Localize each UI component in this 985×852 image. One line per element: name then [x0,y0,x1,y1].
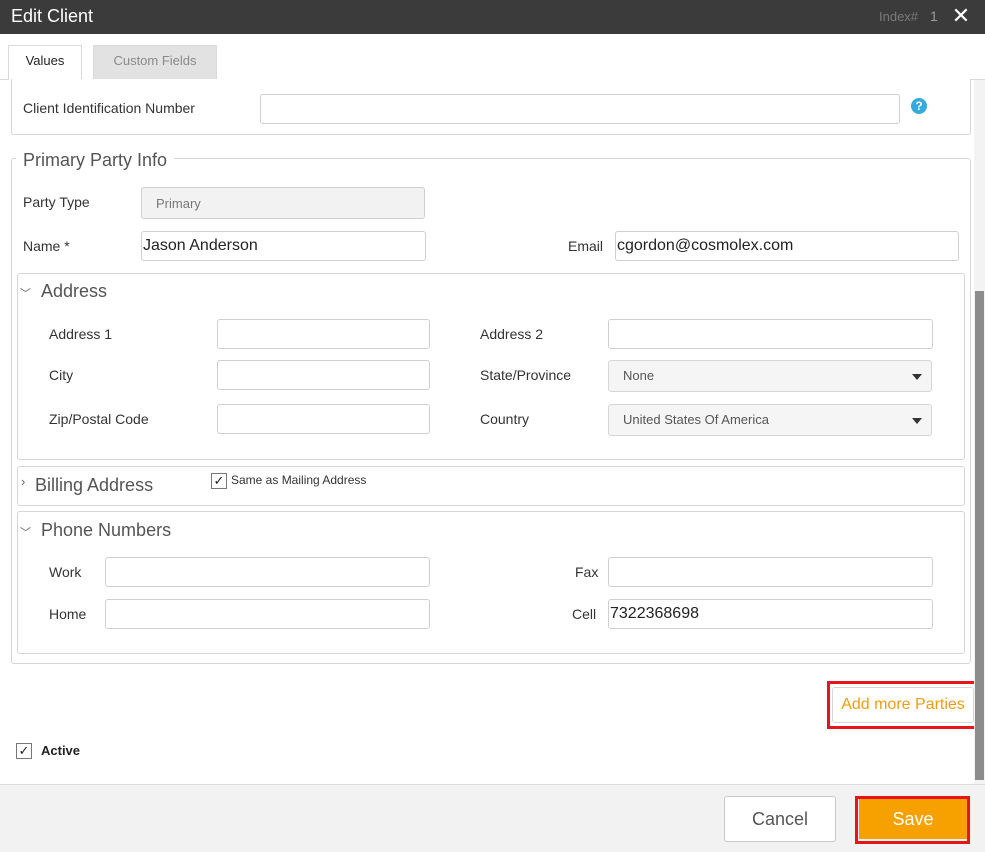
state-label: State/Province [480,367,572,383]
address1-input[interactable] [217,319,430,349]
email-label: Email [568,238,604,254]
client-id-input[interactable] [260,94,900,124]
add-more-parties-button[interactable]: Add more Parties [832,687,974,723]
fax-input[interactable] [608,557,933,587]
billing-address-section [17,466,965,506]
chevron-down-icon[interactable]: ﹀ [20,524,31,540]
save-button[interactable]: Save [859,799,967,839]
name-label: Name * [23,238,70,254]
tab-custom-fields[interactable]: Custom Fields [93,45,217,80]
address2-label: Address 2 [480,326,544,342]
state-select[interactable]: None [608,360,932,392]
close-icon[interactable]: ✕ [951,5,971,27]
dialog-title: Edit Client [11,6,94,26]
dialog-titlebar: Edit Client Index# 1 ✕ [0,0,985,34]
address-title[interactable]: Address [41,281,107,302]
index-label: Index# [879,9,919,24]
same-as-mailing-label: Same as Mailing Address [231,473,367,487]
zip-input[interactable] [217,404,430,434]
tabs-bar: Values Custom Fields [0,34,985,81]
country-select-value: United States Of America [623,412,769,427]
name-input[interactable]: Jason Anderson [141,231,426,261]
fax-label: Fax [575,564,599,580]
cell-label: Cell [572,606,597,622]
caret-down-icon [912,418,922,424]
address1-label: Address 1 [49,326,113,342]
zip-label: Zip/Postal Code [49,411,149,427]
country-select[interactable]: United States Of America [608,404,932,436]
same-as-mailing-checkbox[interactable]: ✓ [211,473,227,489]
address2-input[interactable] [608,319,933,349]
scrollbar-thumb[interactable] [975,291,984,780]
home-phone-input[interactable] [105,599,430,629]
city-label: City [49,367,74,383]
work-label: Work [49,564,82,580]
cancel-button[interactable]: Cancel [724,796,836,842]
country-label: Country [480,411,530,427]
cell-phone-input[interactable]: 7322368698 [608,599,933,629]
email-input[interactable]: cgordon@cosmolex.com [615,231,959,261]
primary-party-title: Primary Party Info [16,150,175,171]
scrollbar[interactable] [974,80,985,784]
phone-numbers-title[interactable]: Phone Numbers [41,520,171,541]
chevron-down-icon[interactable]: ﹀ [20,285,31,301]
state-select-value: None [623,368,655,383]
active-checkbox[interactable]: ✓ [16,743,32,759]
tab-values[interactable]: Values [8,45,82,81]
party-type-label: Party Type [23,194,90,210]
dialog-footer [0,784,985,852]
work-phone-input[interactable] [105,557,430,587]
city-input[interactable] [217,360,430,390]
help-icon[interactable]: ? [911,98,927,114]
chevron-right-icon[interactable]: › [21,474,25,489]
client-id-label: Client Identification Number [23,100,195,116]
index-value: 1 [930,8,938,24]
party-type-field: Primary [141,187,425,219]
home-label: Home [49,606,87,622]
billing-address-title[interactable]: Billing Address [35,475,153,496]
active-label: Active [41,743,81,758]
caret-down-icon [912,374,922,380]
